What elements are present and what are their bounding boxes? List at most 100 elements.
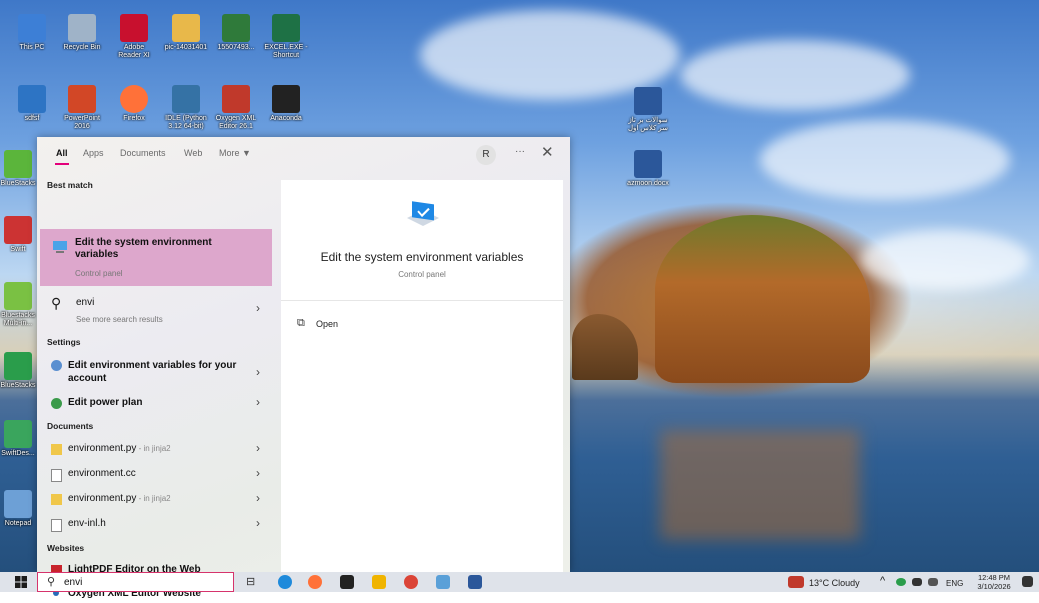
power-plan-icon <box>51 398 62 409</box>
desktop-icon[interactable]: Anaconda <box>264 85 308 123</box>
settings-result-title: Edit environment variables for your acco… <box>68 360 237 384</box>
settings-result-title: Edit power plan <box>68 397 143 408</box>
desktop-icon[interactable]: Notepad <box>0 490 36 528</box>
chevron-right-icon[interactable]: › <box>256 466 260 480</box>
section-header: Settings <box>47 337 81 347</box>
chevron-up-icon[interactable]: ^ <box>880 575 885 587</box>
chevron-right-icon[interactable]: › <box>256 441 260 455</box>
section-header: Documents <box>47 421 94 431</box>
desktop-icon[interactable]: سوالات بر تاژ سر کلاس اول <box>626 87 670 133</box>
rock-small <box>572 314 638 380</box>
python-file-icon <box>51 494 62 505</box>
store-icon[interactable] <box>340 575 354 589</box>
code-file-icon <box>51 469 62 482</box>
web-search-query: envi <box>76 297 95 308</box>
avatar[interactable]: R <box>476 145 496 165</box>
open-action[interactable]: Open <box>316 319 338 329</box>
clock[interactable]: 12:48 PM 3/10/2026 <box>970 573 1018 591</box>
document-result-title: environment.cc <box>68 468 136 479</box>
volume-icon[interactable] <box>928 578 938 586</box>
desktop-icon[interactable]: Recycle Bin <box>60 14 104 52</box>
clock-date: 3/10/2026 <box>977 582 1011 591</box>
document-result[interactable]: environment.py - in jinja2 › <box>40 491 272 508</box>
tab-apps[interactable]: Apps <box>83 148 104 158</box>
app-shortcut-icon <box>4 216 32 244</box>
notepad-icon <box>4 490 32 518</box>
more-options-icon[interactable]: ··· <box>515 146 525 157</box>
preview-subtitle: Control panel <box>398 270 446 279</box>
language-indicator[interactable]: ENG <box>946 579 963 588</box>
chevron-right-icon[interactable]: › <box>256 301 260 315</box>
divider <box>281 300 563 301</box>
close-icon[interactable]: ✕ <box>541 143 554 161</box>
desktop-icon[interactable]: Bluestacks Multi-in... <box>0 282 36 328</box>
edge-icon[interactable] <box>278 575 292 589</box>
tab-all[interactable]: All <box>55 148 69 165</box>
code-file-icon <box>51 519 62 532</box>
desktop-icon[interactable]: Firefox <box>112 85 156 123</box>
open-icon[interactable]: ⧉ <box>297 317 305 330</box>
file-explorer-icon[interactable] <box>372 575 386 589</box>
bluestacks-icon <box>4 150 32 178</box>
document-result[interactable]: environment.py - in jinja2 › <box>40 441 272 458</box>
desktop-icon[interactable]: This PC <box>10 14 54 52</box>
chevron-right-icon[interactable]: › <box>256 395 260 409</box>
desktop-icon[interactable]: azmoon.docx <box>626 150 670 188</box>
section-header: Best match <box>47 180 93 190</box>
desktop-icon[interactable]: BlueStacks <box>0 150 36 188</box>
excel-icon <box>272 14 300 42</box>
settings-result[interactable]: Edit power plan › <box>40 395 272 412</box>
windows-start-icon[interactable] <box>15 576 27 588</box>
desktop-icon[interactable]: SwiftDes... <box>0 420 36 458</box>
search-input[interactable]: envi <box>64 577 82 588</box>
document-result-title: environment.py - in jinja2 <box>68 443 171 454</box>
best-match-result[interactable]: Edit the system environment variables Co… <box>40 229 272 286</box>
app-shortcut-icon <box>272 85 300 113</box>
tray-app-icon[interactable] <box>896 578 906 586</box>
chevron-right-icon[interactable]: › <box>256 491 260 505</box>
cloud <box>680 40 910 110</box>
desktop-icon[interactable]: sdfsf <box>10 85 54 123</box>
task-view-icon[interactable]: ⊟ <box>246 575 260 589</box>
clock-time: 12:48 PM <box>977 573 1011 582</box>
tab-web[interactable]: Web <box>184 148 202 158</box>
taskbar-search-box[interactable]: ⚲ envi <box>37 572 234 592</box>
tab-documents[interactable]: Documents <box>120 148 166 158</box>
desktop-icon[interactable]: pic-14031401 <box>164 14 208 52</box>
firefox-icon <box>120 85 148 113</box>
adobe-reader-icon <box>120 14 148 42</box>
document-result[interactable]: environment.cc › <box>40 466 272 483</box>
document-result[interactable]: env-inl.h › <box>40 516 272 533</box>
network-icon[interactable] <box>912 578 922 586</box>
web-search-suggestion[interactable]: ⚲ envi See more search results › <box>40 293 272 327</box>
powerpoint-icon <box>68 85 96 113</box>
word-document-icon <box>634 87 662 115</box>
firefox-icon[interactable] <box>308 575 322 589</box>
app-icon[interactable] <box>436 575 450 589</box>
desktop-icon[interactable]: 15507493... <box>214 14 258 52</box>
chrome-icon[interactable] <box>404 575 418 589</box>
settings-result[interactable]: Edit environment variables for your acco… <box>40 357 272 387</box>
system-properties-icon <box>407 201 439 226</box>
desktop-icon[interactable]: BlueStacks <box>0 352 36 390</box>
notification-icon[interactable] <box>1022 576 1033 587</box>
python-file-icon <box>51 444 62 455</box>
search-icon: ⚲ <box>51 295 62 311</box>
chevron-right-icon[interactable]: › <box>256 365 260 379</box>
desktop-icon[interactable]: PowerPoint 2016 <box>60 85 104 131</box>
system-properties-icon <box>53 241 67 253</box>
section-header: Websites <box>47 543 85 553</box>
search-filter-tabs: All Apps Documents Web More ▼ R ··· ✕ <box>37 137 570 173</box>
tab-more[interactable]: More ▼ <box>219 148 251 158</box>
weather-icon[interactable] <box>788 576 804 588</box>
desktop-icon[interactable]: Oxygen XML Editor 26.1 <box>214 85 258 131</box>
desktop-icon[interactable]: Swift <box>0 216 36 254</box>
preview-title: Edit the system environment variables <box>320 250 524 264</box>
weather-text[interactable]: 13°C Cloudy <box>809 578 860 588</box>
chevron-right-icon[interactable]: › <box>256 516 260 530</box>
desktop-icon[interactable]: EXCEL.EXE - Shortcut <box>264 14 308 60</box>
desktop-icon[interactable]: Adobe Reader XI <box>112 14 156 60</box>
desktop-icon[interactable]: IDLE (Python 3.12 64-bit) <box>164 85 208 131</box>
cloud <box>860 230 1030 290</box>
word-icon[interactable] <box>468 575 482 589</box>
